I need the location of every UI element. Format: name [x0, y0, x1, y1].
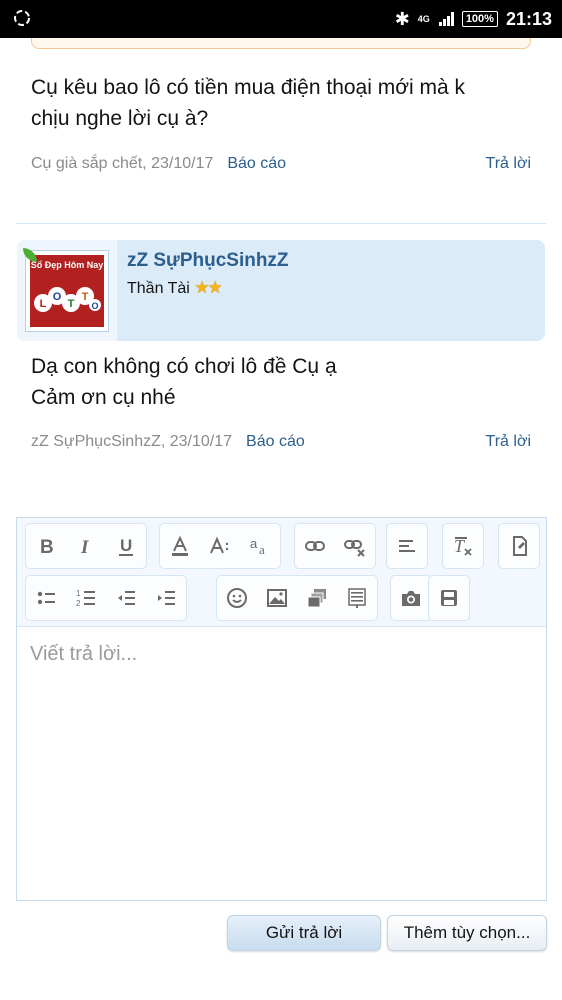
ball-letter: T — [68, 298, 75, 310]
star-icon: ★★ — [194, 278, 223, 297]
camera-icon[interactable] — [391, 576, 431, 620]
svg-text:U: U — [120, 536, 132, 555]
ball-letter: O — [53, 291, 62, 303]
reply-textarea[interactable]: Viết trả lời... — [17, 627, 546, 900]
battery-indicator: 100% — [461, 11, 498, 27]
toolbar-group-lists: 12 — [25, 575, 187, 621]
message-line: Dạ con không có chơi lô đề Cụ ạ — [31, 355, 337, 378]
network-type: 4G — [417, 13, 430, 24]
bluetooth-icon: ✱ — [394, 8, 410, 29]
indent-icon[interactable] — [146, 576, 186, 620]
toolbar-group-save — [428, 575, 470, 621]
save-draft-icon[interactable] — [429, 576, 469, 620]
svg-text:B: B — [40, 537, 54, 557]
sync-icon — [14, 10, 30, 26]
svg-text:2: 2 — [76, 599, 81, 608]
toolbar-group-insert — [216, 575, 378, 621]
post-meta: zZ SựPhụcSinhzZ, 23/10/17 Báo cáo — [31, 433, 305, 451]
toolbar-group-align — [386, 523, 428, 569]
toolbar-group-bbcode — [498, 523, 540, 569]
report-link[interactable]: Báo cáo — [227, 155, 286, 172]
remove-format-icon[interactable]: T — [443, 524, 483, 568]
underline-icon[interactable]: U — [106, 524, 146, 568]
bbcode-icon[interactable] — [499, 524, 539, 568]
italic-icon[interactable]: I — [66, 524, 106, 568]
clock: 21:13 — [505, 8, 552, 29]
post-meta: Cụ già sắp chết, 23/10/17 Báo cáo — [31, 155, 286, 173]
reply-link[interactable]: Trả lời — [486, 433, 531, 451]
bold-icon[interactable]: B — [26, 524, 66, 568]
avatar-text: Sổ Đẹp Hôm Nay — [30, 260, 104, 270]
divider — [16, 223, 546, 224]
smiley-icon[interactable] — [217, 576, 257, 620]
report-link[interactable]: Báo cáo — [246, 433, 305, 450]
user-title: Thần Tài ★★ — [127, 278, 223, 298]
svg-text:I: I — [80, 537, 89, 557]
unlink-icon[interactable] — [335, 524, 375, 568]
reply-link[interactable]: Trả lời — [486, 155, 531, 173]
svg-text:1: 1 — [76, 589, 81, 598]
toolbar-group-format: B I U — [25, 523, 147, 569]
message-line: Cụ kêu bao lô có tiền mua điện thoại mới… — [31, 76, 465, 99]
message-line: Cảm ơn cụ nhé — [31, 386, 176, 409]
ball-letter: T — [82, 291, 89, 303]
toolbar-group-font: aa — [159, 523, 281, 569]
font-family-icon[interactable]: aa — [240, 524, 280, 568]
notice-box — [31, 38, 531, 49]
toolbar-group-clear: T — [442, 523, 484, 569]
ball-letter: L — [40, 298, 47, 310]
user-info-box: Sổ Đẹp Hôm Nay L O T T O zZ SựPhụcSinhzZ… — [17, 240, 545, 341]
avatar[interactable]: Sổ Đẹp Hôm Nay L O T T O — [25, 250, 109, 332]
post-author-date[interactable]: Cụ già sắp chết, 23/10/17 — [31, 155, 213, 172]
lotto-balls: L O T T O — [34, 287, 101, 312]
status-bar: ✱ 4G 100% 21:13 — [0, 0, 562, 38]
post-message: Cụ kêu bao lô có tiền mua điện thoại mới… — [31, 72, 465, 134]
align-icon[interactable] — [387, 524, 427, 568]
quote-icon[interactable] — [337, 576, 377, 620]
ball-letter: O — [91, 301, 98, 311]
more-options-button[interactable]: Thêm tùy chọn... — [387, 915, 547, 951]
text-color-icon[interactable] — [160, 524, 200, 568]
reply-editor: B I U aa T 12 Viết trả lời... — [16, 517, 547, 901]
signal-icon — [438, 12, 454, 26]
user-title-text: Thần Tài — [127, 280, 190, 297]
svg-text:a: a — [250, 536, 258, 551]
outdent-icon[interactable] — [106, 576, 146, 620]
username-link[interactable]: zZ SựPhụcSinhzZ — [127, 250, 289, 272]
editor-toolbar: B I U aa T 12 — [17, 518, 546, 627]
bullet-list-icon[interactable] — [26, 576, 66, 620]
submit-reply-button[interactable]: Gửi trả lời — [227, 915, 381, 951]
toolbar-group-link — [294, 523, 376, 569]
post-message: Dạ con không có chơi lô đề Cụ ạ Cảm ơn c… — [31, 351, 337, 413]
svg-text:a: a — [259, 542, 265, 557]
message-line: chịu nghe lời cụ à? — [31, 107, 209, 130]
link-icon[interactable] — [295, 524, 335, 568]
font-size-icon[interactable] — [200, 524, 240, 568]
toolbar-group-camera — [390, 575, 432, 621]
image-icon[interactable] — [257, 576, 297, 620]
post-author-date[interactable]: zZ SựPhụcSinhzZ, 23/10/17 — [31, 433, 232, 450]
media-icon[interactable] — [297, 576, 337, 620]
avatar-panel: Sổ Đẹp Hôm Nay L O T T O — [17, 240, 117, 341]
reply-placeholder: Viết trả lời... — [30, 643, 138, 665]
numbered-list-icon[interactable]: 12 — [66, 576, 106, 620]
